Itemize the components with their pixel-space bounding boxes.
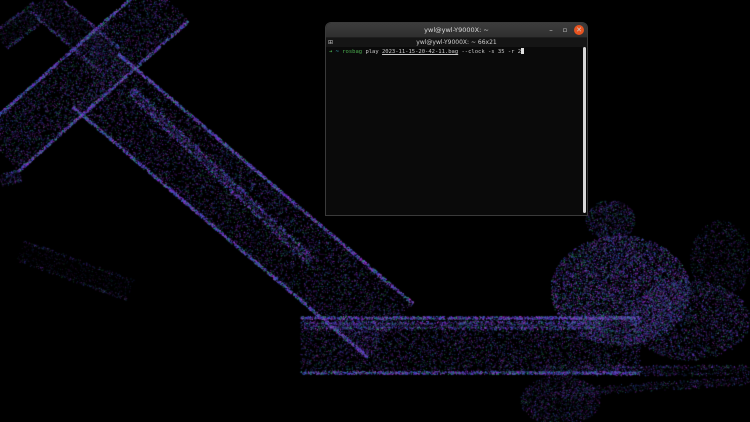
maximize-button[interactable]: ▫ xyxy=(560,25,570,35)
command-options: --clock -s 35 -r 2 xyxy=(461,49,522,55)
window-title-bar[interactable]: ywl@ywl-Y9000X: ~ – ▫ ✕ xyxy=(326,23,587,38)
command-subcommand: play xyxy=(365,49,379,55)
close-button[interactable]: ✕ xyxy=(574,25,584,35)
prompt-directory: ~ xyxy=(335,49,339,55)
command-name: rosbag xyxy=(342,49,363,55)
minimize-button[interactable]: – xyxy=(546,25,556,35)
text-cursor xyxy=(521,48,525,54)
terminal-output[interactable]: ➜ ~ rosbag play 2023-11-15-20-42-11.bag … xyxy=(326,47,587,215)
new-tab-icon[interactable]: ⊞ xyxy=(328,38,333,47)
terminal-window[interactable]: ywl@ywl-Y9000X: ~ – ▫ ✕ ⊞ ywl@ywl-Y9000X… xyxy=(325,22,588,216)
terminal-tab-header: ⊞ ywl@ywl-Y9000X: ~ 66x21 xyxy=(326,38,587,47)
terminal-scrollbar[interactable] xyxy=(583,47,586,213)
terminal-size-label: ywl@ywl-Y9000X: ~ 66x21 xyxy=(416,39,497,46)
desktop-background: ywl@ywl-Y9000X: ~ – ▫ ✕ ⊞ ywl@ywl-Y9000X… xyxy=(0,0,750,422)
prompt-arrow-icon: ➜ xyxy=(329,49,333,55)
command-file-argument: 2023-11-15-20-42-11.bag xyxy=(382,49,459,55)
